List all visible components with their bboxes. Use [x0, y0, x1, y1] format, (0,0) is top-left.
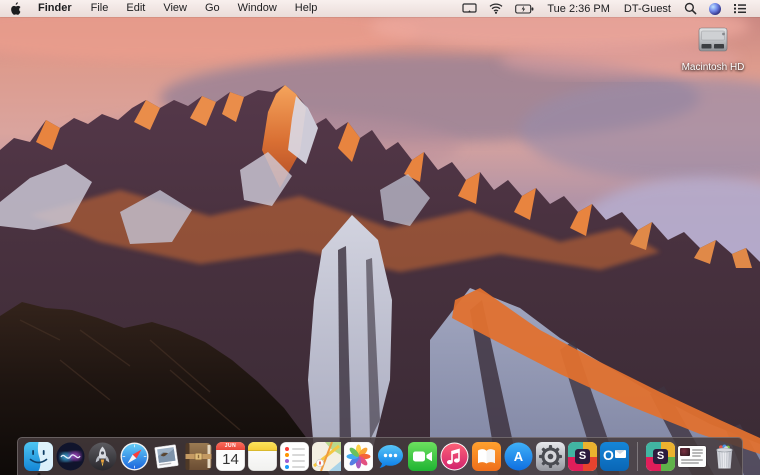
dock-item-photos[interactable]	[344, 442, 373, 471]
system-preferences-icon	[536, 442, 565, 471]
dock-item-outlook[interactable]: O	[600, 442, 629, 471]
hard-drive-icon	[698, 27, 728, 52]
calendar-icon: JUN 14	[216, 442, 245, 471]
menu-view[interactable]: View	[154, 0, 196, 17]
siri-icon	[56, 442, 85, 471]
user-menu[interactable]: DT-Guest	[617, 3, 678, 15]
dock-item-reminders[interactable]	[280, 442, 309, 471]
document-file-icon	[678, 446, 706, 467]
calendar-month: JUN	[216, 442, 245, 450]
dock-item-document[interactable]	[678, 442, 707, 471]
reminders-icon	[280, 442, 309, 471]
desktop-icon-label: Macintosh HD	[681, 62, 745, 73]
maps-icon	[312, 442, 341, 471]
spotlight-icon[interactable]	[678, 0, 703, 17]
trash-full-icon	[716, 444, 733, 469]
dock-item-itunes[interactable]	[440, 442, 469, 471]
dock-item-slack[interactable]: S	[568, 442, 597, 471]
siri-menu-icon[interactable]	[703, 0, 727, 17]
apple-logo-icon	[11, 1, 21, 15]
menu-edit[interactable]: Edit	[117, 0, 154, 17]
contacts-icon	[185, 443, 212, 470]
display-mirroring-icon[interactable]	[456, 0, 483, 17]
outlook-icon: O	[600, 442, 629, 471]
menu-bar: Finder File Edit View Go Window Help Tue…	[0, 0, 760, 17]
dock-item-maps[interactable]	[312, 442, 341, 471]
dock-item-safari[interactable]	[120, 442, 149, 471]
outlook-letter: O	[603, 447, 614, 463]
finder-icon	[24, 442, 53, 471]
dock-item-messages[interactable]	[376, 442, 405, 471]
dock: JUN 14 A S O S	[17, 437, 743, 475]
notification-center-icon[interactable]	[727, 0, 753, 17]
menu-file[interactable]: File	[82, 0, 118, 17]
ibooks-icon	[472, 442, 501, 471]
menu-finder[interactable]: Finder	[28, 0, 82, 17]
macos-desktop: Finder File Edit View Go Window Help Tue…	[0, 0, 760, 475]
dock-item-ibooks[interactable]	[472, 442, 501, 471]
wallpaper-sierra-mountain	[0, 0, 760, 475]
dock-item-mail[interactable]	[152, 442, 181, 471]
menu-go[interactable]: Go	[196, 0, 229, 17]
dock-item-finder[interactable]	[24, 442, 53, 475]
dock-item-slack-file[interactable]: S	[646, 442, 675, 471]
apple-menu[interactable]	[7, 1, 28, 16]
calendar-day: 14	[222, 451, 239, 468]
slack-file-letter: S	[653, 449, 668, 464]
dock-item-trash[interactable]	[710, 442, 739, 471]
slack-letter: S	[575, 449, 590, 464]
envelope-glyph	[615, 450, 626, 458]
notes-icon	[248, 442, 277, 471]
dock-separator	[637, 442, 638, 471]
itunes-icon	[440, 442, 469, 471]
facetime-icon	[408, 442, 437, 471]
desktop-icon-macintosh-hd[interactable]: Macintosh HD	[672, 25, 754, 73]
wifi-icon[interactable]	[483, 0, 509, 17]
dock-item-system-preferences[interactable]	[536, 442, 565, 471]
photos-icon	[344, 442, 373, 471]
dock-item-calendar[interactable]: JUN 14	[216, 442, 245, 471]
menu-clock[interactable]: Tue 2:36 PM	[540, 3, 617, 15]
slack-file-icon: S	[646, 442, 675, 471]
battery-icon[interactable]	[509, 0, 540, 17]
slack-icon: S	[568, 442, 597, 471]
dock-item-app-store[interactable]: A	[504, 442, 533, 471]
menu-help[interactable]: Help	[286, 0, 327, 17]
dock-item-facetime[interactable]	[408, 442, 437, 471]
dock-item-launchpad[interactable]	[88, 442, 117, 471]
dock-item-siri[interactable]	[56, 442, 85, 471]
menu-window[interactable]: Window	[229, 0, 286, 17]
dock-item-contacts[interactable]	[184, 442, 213, 471]
mail-stamp-icon	[154, 444, 179, 469]
launchpad-icon	[88, 442, 117, 471]
safari-icon	[120, 442, 149, 471]
dock-item-notes[interactable]	[248, 442, 277, 471]
app-store-letter: A	[513, 449, 524, 464]
messages-icon	[378, 445, 403, 468]
